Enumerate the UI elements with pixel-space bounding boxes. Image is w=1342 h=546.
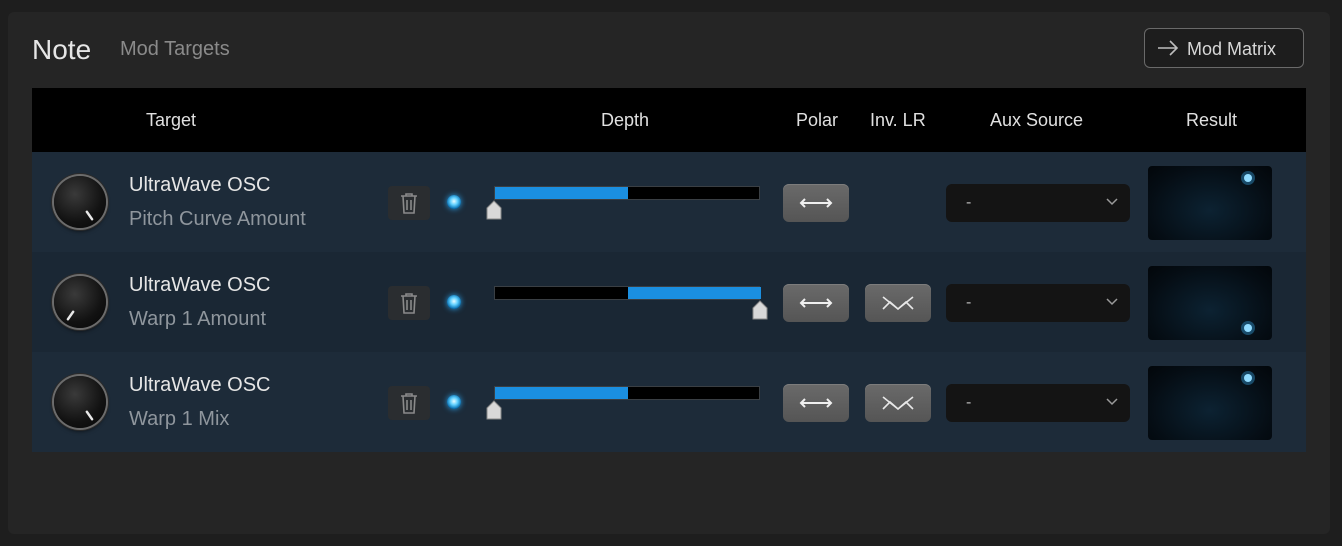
double-arrow-icon bbox=[799, 298, 833, 308]
depth-slider[interactable] bbox=[494, 386, 760, 400]
mod-matrix-button[interactable]: Mod Matrix bbox=[1144, 28, 1304, 68]
trash-icon bbox=[401, 393, 417, 414]
result-display bbox=[1148, 266, 1272, 340]
delete-button[interactable] bbox=[388, 186, 430, 220]
mod-matrix-label: Mod Matrix bbox=[1187, 39, 1277, 59]
target-name: UltraWave OSC bbox=[129, 174, 271, 196]
depth-slider-thumb[interactable] bbox=[486, 200, 502, 225]
panel-subtitle: Mod Targets bbox=[120, 38, 230, 60]
arrow-right-icon bbox=[1157, 40, 1179, 61]
aux-source-value: - bbox=[966, 194, 972, 211]
chevron-down-icon bbox=[1106, 198, 1118, 206]
enable-led-icon[interactable] bbox=[447, 295, 461, 309]
table-row: UltraWave OSC Warp 1 Amount - bbox=[32, 252, 1306, 352]
target-param: Warp 1 Mix bbox=[129, 408, 230, 430]
depth-slider-thumb[interactable] bbox=[752, 300, 768, 325]
panel-title: Note bbox=[32, 34, 92, 65]
target-name: UltraWave OSC bbox=[129, 374, 271, 396]
depth-slider-fill bbox=[495, 387, 628, 399]
cross-wave-icon bbox=[882, 396, 914, 411]
target-param: Pitch Curve Amount bbox=[129, 208, 306, 230]
depth-slider[interactable] bbox=[494, 186, 760, 200]
depth-slider-thumb[interactable] bbox=[486, 400, 502, 425]
table-row: UltraWave OSC Warp 1 Mix - bbox=[32, 352, 1306, 452]
col-result: Result bbox=[1186, 110, 1238, 130]
polar-button[interactable] bbox=[783, 284, 849, 322]
cross-wave-icon bbox=[882, 296, 914, 311]
col-polar: Polar bbox=[796, 110, 839, 130]
aux-source-select[interactable]: - bbox=[946, 384, 1130, 422]
polar-button[interactable] bbox=[783, 184, 849, 222]
result-display bbox=[1148, 366, 1272, 440]
depth-slider-fill bbox=[495, 187, 628, 199]
mod-targets-panel: Note Mod Targets Mod Matrix Target Depth… bbox=[8, 12, 1330, 534]
aux-source-value: - bbox=[966, 294, 972, 311]
depth-knob[interactable] bbox=[54, 376, 106, 428]
chevron-down-icon bbox=[1106, 298, 1118, 306]
target-name: UltraWave OSC bbox=[129, 274, 271, 296]
enable-led-icon[interactable] bbox=[447, 195, 461, 209]
col-inv-lr: Inv. LR bbox=[870, 110, 926, 130]
depth-knob[interactable] bbox=[54, 276, 106, 328]
trash-icon bbox=[401, 193, 417, 214]
double-arrow-icon bbox=[799, 398, 833, 408]
trash-icon bbox=[401, 293, 417, 314]
table-header: Target Depth Polar Inv. LR Aux Source Re… bbox=[32, 88, 1306, 152]
col-aux-source: Aux Source bbox=[990, 110, 1084, 130]
chevron-down-icon bbox=[1106, 398, 1118, 406]
col-target: Target bbox=[146, 110, 197, 130]
result-display bbox=[1148, 166, 1272, 240]
aux-source-select[interactable]: - bbox=[946, 284, 1130, 322]
polar-button[interactable] bbox=[783, 384, 849, 422]
table-row: UltraWave OSC Pitch Curve Amount - bbox=[32, 152, 1306, 252]
depth-slider[interactable] bbox=[494, 286, 761, 300]
enable-led-icon[interactable] bbox=[447, 395, 461, 409]
delete-button[interactable] bbox=[388, 286, 430, 320]
depth-slider-fill bbox=[628, 287, 761, 299]
inv-lr-button[interactable] bbox=[865, 384, 931, 422]
depth-knob[interactable] bbox=[54, 176, 106, 228]
col-depth: Depth bbox=[601, 110, 650, 130]
aux-source-value: - bbox=[966, 394, 972, 411]
double-arrow-icon bbox=[799, 198, 833, 208]
target-param: Warp 1 Amount bbox=[129, 308, 267, 330]
delete-button[interactable] bbox=[388, 386, 430, 420]
inv-lr-button[interactable] bbox=[865, 284, 931, 322]
aux-source-select[interactable]: - bbox=[946, 184, 1130, 222]
